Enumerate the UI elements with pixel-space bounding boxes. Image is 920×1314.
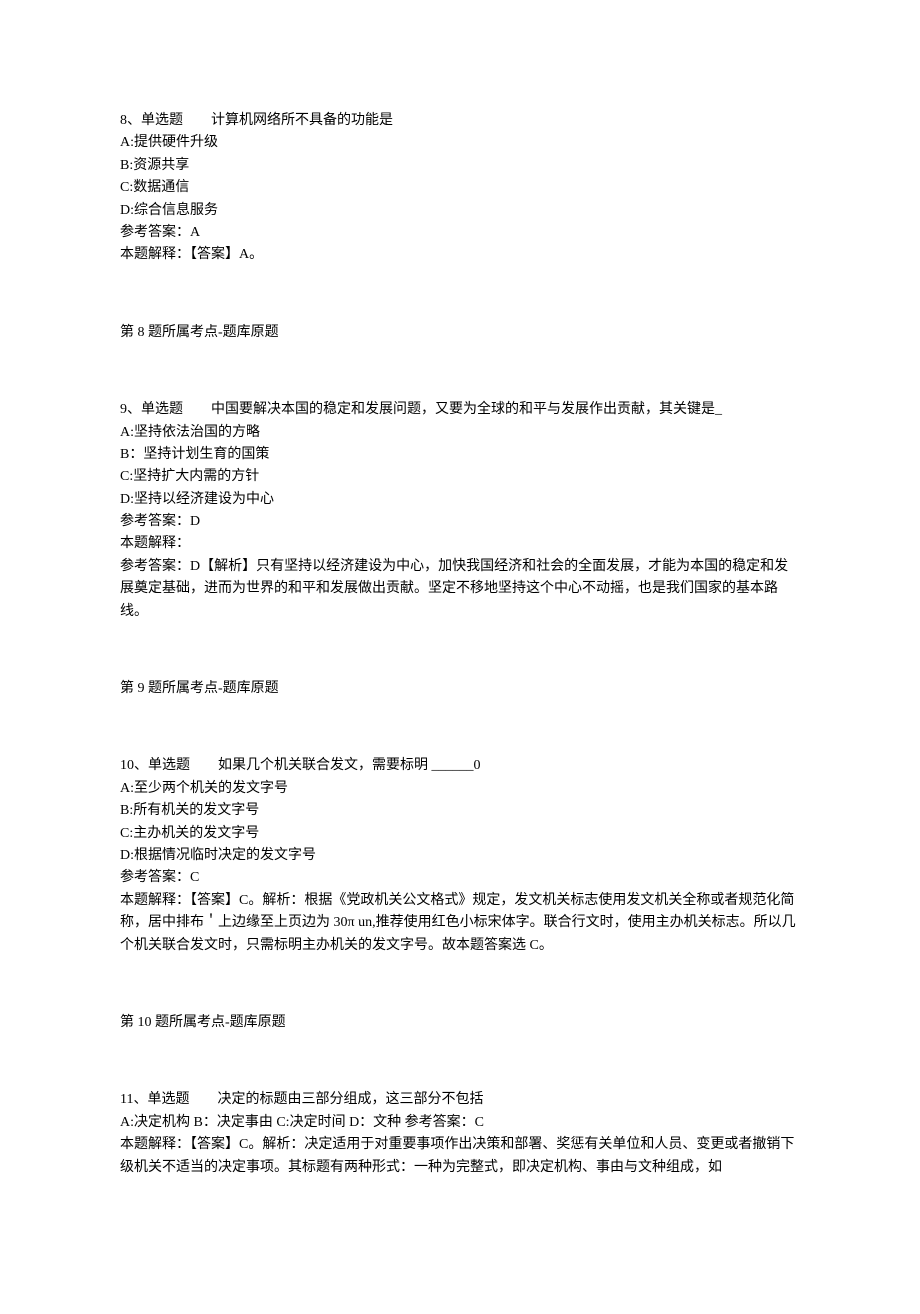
answer-label: 参考答案：C: [120, 867, 800, 889]
explanation-text: 本题解释：【答案】C。解析：决定适用于对重要事项作出决策和部署、奖惩有关单位和人…: [120, 1134, 800, 1179]
question-header: 9、单选题 中国要解决本国的稳定和发展问题，又要为全球的和平与发展作出贡献，其关…: [120, 399, 800, 421]
question-option: C:主办机关的发文字号: [120, 823, 800, 845]
question-block-11: 11、单选题 决定的标题由三部分组成，这三部分不包括 A:决定机构 B：决定事由…: [120, 1089, 800, 1179]
topic-reference: 第 8 题所属考点-题库原题: [120, 322, 800, 344]
question-block-9: 9、单选题 中国要解决本国的稳定和发展问题，又要为全球的和平与发展作出贡献，其关…: [120, 399, 800, 700]
explanation-text: 本题解释：【答案】A。: [120, 244, 800, 266]
question-option: A:至少两个机关的发文字号: [120, 778, 800, 800]
question-option: A:决定机构 B：决定事由 C:决定时间 D：文种 参考答案：C: [120, 1112, 800, 1134]
question-option: C:坚持扩大内需的方针: [120, 466, 800, 488]
topic-reference: 第 9 题所属考点-题库原题: [120, 678, 800, 700]
question-option: B:所有机关的发文字号: [120, 800, 800, 822]
question-option: C:数据通信: [120, 177, 800, 199]
explanation-text: 本题解释：: [120, 533, 800, 555]
question-option: B：坚持计划生育的国策: [120, 444, 800, 466]
question-option: B:资源共享: [120, 155, 800, 177]
question-block-8: 8、单选题 计算机网络所不具备的功能是 A:提供硬件升级 B:资源共享 C:数据…: [120, 110, 800, 344]
question-option: A:提供硬件升级: [120, 132, 800, 154]
question-option: D:坚持以经济建设为中心: [120, 489, 800, 511]
document-page: 8、单选题 计算机网络所不具备的功能是 A:提供硬件升级 B:资源共享 C:数据…: [0, 0, 920, 1314]
question-option: D:根据情况临时决定的发文字号: [120, 845, 800, 867]
question-header: 10、单选题 如果几个机关联合发文，需要标明 ______0: [120, 755, 800, 777]
explanation-text: 本题解释：【答案】C。解析：根据《党政机关公文格式》规定，发文机关标志使用发文机…: [120, 890, 800, 957]
answer-label: 参考答案：A: [120, 222, 800, 244]
question-option: D:综合信息服务: [120, 200, 800, 222]
topic-reference: 第 10 题所属考点-题库原题: [120, 1012, 800, 1034]
question-block-10: 10、单选题 如果几个机关联合发文，需要标明 ______0 A:至少两个机关的…: [120, 755, 800, 1034]
answer-label: 参考答案：D: [120, 511, 800, 533]
question-option: A:坚持依法治国的方略: [120, 422, 800, 444]
question-header: 8、单选题 计算机网络所不具备的功能是: [120, 110, 800, 132]
question-header: 11、单选题 决定的标题由三部分组成，这三部分不包括: [120, 1089, 800, 1111]
explanation-text: 参考答案：D【解析】只有坚持以经济建设为中心，加快我国经济和社会的全面发展，才能…: [120, 556, 800, 623]
